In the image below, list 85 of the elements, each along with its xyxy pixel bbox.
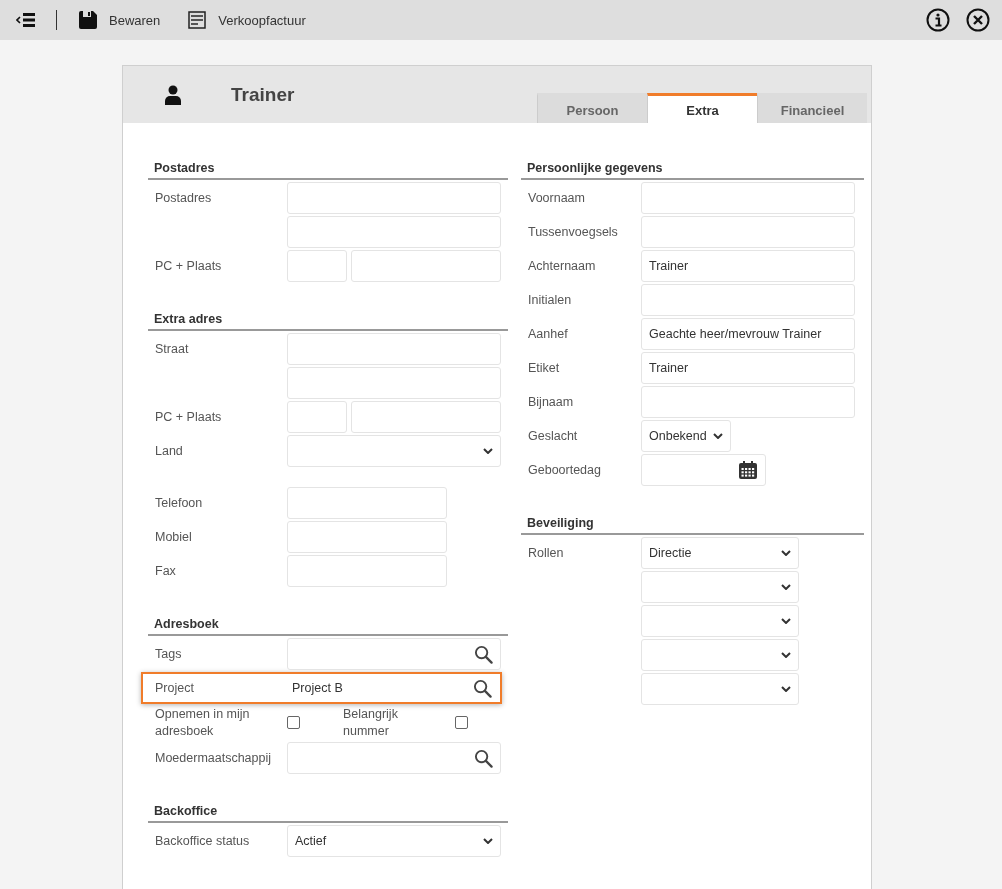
field-label: Geboortedag <box>528 462 602 478</box>
search-icon[interactable] <box>473 678 492 698</box>
field-label: Bijnaam <box>528 394 575 410</box>
invoice-button[interactable]: Verkoopfactuur <box>182 7 312 33</box>
field-label: Voornaam <box>528 190 586 206</box>
field-label: Tags <box>155 646 183 662</box>
chevron-down-icon <box>483 448 493 454</box>
dropdown[interactable] <box>287 435 501 467</box>
input-field[interactable]: Geachte heer/mevrouw Trainer <box>641 318 855 350</box>
chevron-down-icon <box>781 652 791 658</box>
input-field[interactable] <box>641 182 855 214</box>
input-field[interactable] <box>287 216 501 248</box>
field-label: PC + Plaats <box>155 409 223 425</box>
dropdown[interactable] <box>641 639 799 671</box>
document-icon <box>188 11 207 29</box>
info-icon[interactable] <box>926 8 950 32</box>
search-field[interactable] <box>287 638 501 670</box>
section-heading: Backoffice <box>148 804 508 823</box>
dropdown[interactable]: Actief <box>287 825 501 857</box>
section-heading: Extra adres <box>148 312 508 331</box>
calendar-icon[interactable] <box>738 460 758 480</box>
checkbox-label: Opnemen in mijn adresboek <box>155 706 251 740</box>
tab[interactable]: Persoon <box>537 93 647 123</box>
city-field[interactable] <box>351 250 501 282</box>
field-label: Aanhef <box>528 326 569 342</box>
person-icon <box>165 84 181 105</box>
field-label: PC + Plaats <box>155 258 223 274</box>
field-label: Geslacht <box>528 428 579 444</box>
field-label: Land <box>155 443 184 459</box>
input-field[interactable] <box>287 555 447 587</box>
dropdown[interactable] <box>641 571 799 603</box>
field-label: Tussenvoegsels <box>528 224 619 240</box>
checkbox[interactable] <box>455 716 468 729</box>
checkbox[interactable] <box>287 716 300 729</box>
dropdown[interactable]: Onbekend <box>641 420 731 452</box>
input-field[interactable] <box>641 284 855 316</box>
input-field[interactable] <box>287 367 501 399</box>
input-field[interactable] <box>287 487 447 519</box>
input-field[interactable] <box>287 182 501 214</box>
search-field[interactable]: Project B <box>285 674 499 702</box>
field-label: Etiket <box>528 360 561 376</box>
chevron-down-icon <box>483 838 493 844</box>
input-field[interactable]: Trainer <box>641 352 855 384</box>
search-icon[interactable] <box>474 644 493 664</box>
city-field[interactable] <box>351 401 501 433</box>
field-label: Project <box>155 680 195 696</box>
field-label: Moedermaatschappij <box>155 750 273 766</box>
field-label: Rollen <box>528 545 565 561</box>
postcode-field[interactable] <box>287 401 347 433</box>
section-heading: Beveiliging <box>521 516 864 535</box>
dropdown[interactable] <box>641 673 799 705</box>
chevron-down-icon <box>781 550 791 556</box>
card-title: Trainer <box>231 83 295 106</box>
date-field[interactable] <box>641 454 766 486</box>
tab[interactable]: Extra <box>647 93 757 123</box>
input-field[interactable] <box>287 521 447 553</box>
input-field[interactable]: Trainer <box>641 250 855 282</box>
dropdown[interactable]: Directie <box>641 537 799 569</box>
menu-collapse-icon[interactable] <box>16 12 36 28</box>
search-icon[interactable] <box>474 748 493 768</box>
field-label: Mobiel <box>155 529 193 545</box>
checkbox-label: Belangrijk nummer <box>343 706 399 740</box>
input-field[interactable] <box>287 333 501 365</box>
field-label: Telefoon <box>155 495 204 511</box>
tab[interactable]: Financieel <box>757 93 867 123</box>
section-heading: Persoonlijke gegevens <box>521 161 864 180</box>
chevron-down-icon <box>781 618 791 624</box>
field-label: Fax <box>155 563 177 579</box>
input-field[interactable] <box>641 386 855 418</box>
field-label: Postadres <box>155 190 213 206</box>
save-button[interactable]: Bewaren <box>73 7 167 33</box>
search-field[interactable] <box>287 742 501 774</box>
field-label: Achternaam <box>528 258 597 274</box>
dropdown[interactable] <box>641 605 799 637</box>
chevron-down-icon <box>781 686 791 692</box>
section-heading: Postadres <box>148 161 508 180</box>
input-field[interactable] <box>641 216 855 248</box>
chevron-down-icon <box>781 584 791 590</box>
field-label: Backoffice status <box>155 833 251 849</box>
section-heading: Adresboek <box>148 617 508 636</box>
field-label: Initialen <box>528 292 573 308</box>
chevron-down-icon <box>713 433 723 439</box>
postcode-field[interactable] <box>287 250 347 282</box>
field-label: Straat <box>155 341 190 357</box>
close-icon[interactable] <box>966 8 990 32</box>
